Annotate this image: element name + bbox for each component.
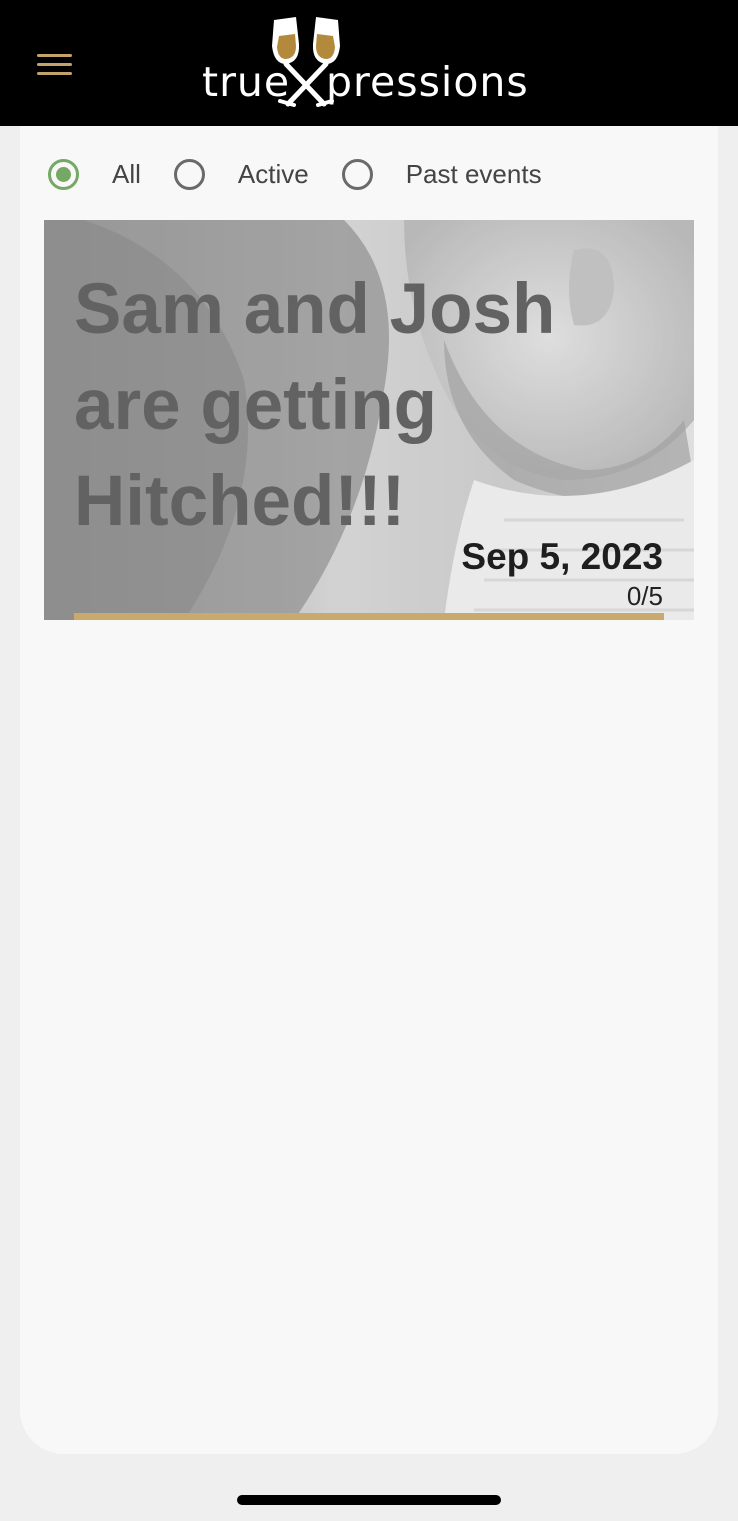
filter-label: Past events xyxy=(405,158,542,189)
radio-unselected-icon[interactable] xyxy=(173,158,205,190)
app-header: true pressions xyxy=(0,0,738,126)
event-card[interactable]: Sam and Josh are getting Hitched!!! Sep … xyxy=(44,220,694,620)
event-title: Sam and Josh are getting Hitched!!! xyxy=(74,270,556,541)
hamburger-menu-icon[interactable] xyxy=(34,50,74,78)
home-indicator[interactable] xyxy=(237,1495,501,1505)
event-filter-group: All Active Past events xyxy=(48,156,542,192)
filter-past-events[interactable]: Past events xyxy=(341,158,542,190)
menu-line xyxy=(37,63,72,66)
logo-text-right: pressions xyxy=(326,58,529,106)
events-panel: All Active Past events Sam and Josh are … xyxy=(20,126,718,1454)
event-count: 0/5 xyxy=(626,581,663,611)
menu-line xyxy=(37,54,72,57)
filter-label: All xyxy=(112,158,141,189)
filter-label: Active xyxy=(237,158,309,189)
truexpressions-logo: true pressions xyxy=(200,14,540,114)
filter-all[interactable]: All xyxy=(48,158,141,190)
event-progress-bar xyxy=(74,613,664,620)
menu-line xyxy=(37,72,72,75)
radio-unselected-icon[interactable] xyxy=(341,158,373,190)
radio-selected-icon[interactable] xyxy=(48,158,79,190)
event-date: Sep 5, 2023 xyxy=(461,536,663,577)
filter-active[interactable]: Active xyxy=(173,158,309,190)
